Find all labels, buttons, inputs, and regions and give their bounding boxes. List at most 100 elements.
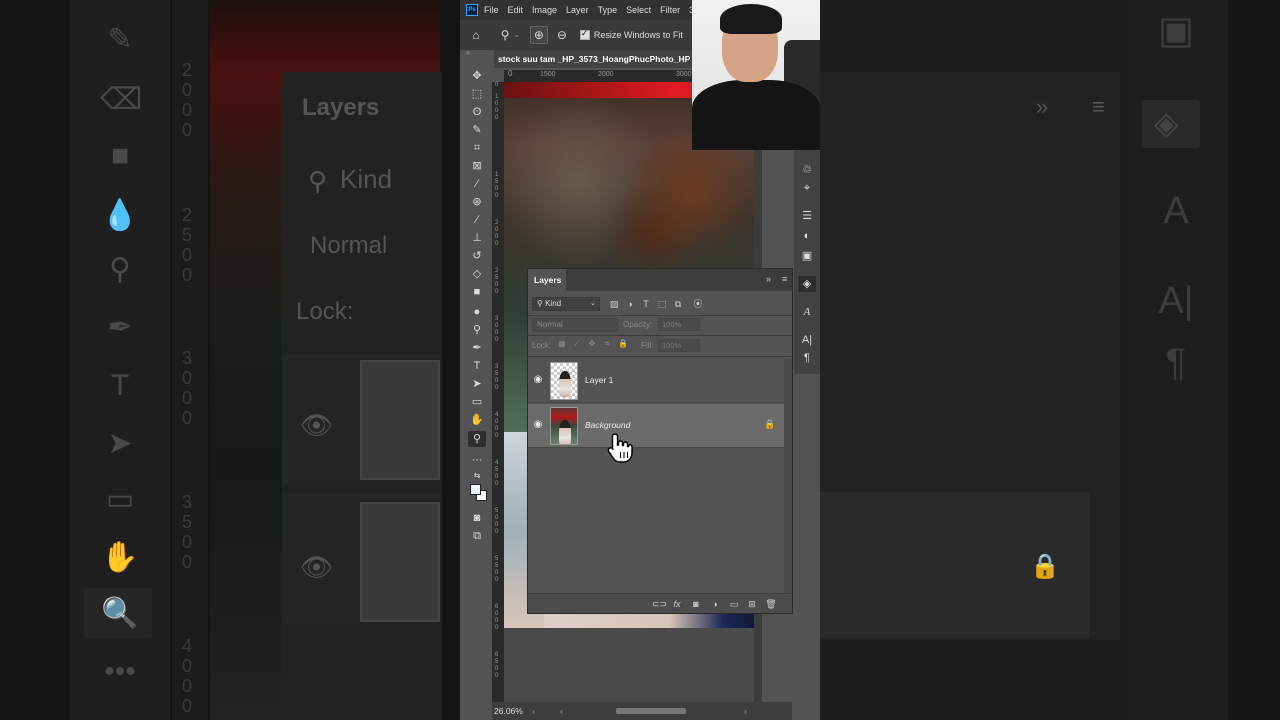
- filter-adjustment-icon[interactable]: ◑: [624, 297, 636, 311]
- lock-transparent-icon[interactable]: ▦: [556, 339, 568, 348]
- character-style-icon[interactable]: A|: [798, 332, 816, 348]
- rectangle-icon[interactable]: ▭: [468, 394, 486, 410]
- filter-type-icon[interactable]: T: [640, 297, 652, 311]
- filter-kind-select[interactable]: ⚲ Kind ⌄: [532, 297, 600, 311]
- default-colors-icon[interactable]: ⇆: [468, 468, 486, 484]
- home-icon[interactable]: ⌂: [466, 25, 486, 45]
- filter-shape-icon[interactable]: ⬚: [656, 297, 668, 311]
- libraries-icon[interactable]: ♲: [798, 162, 816, 178]
- bg-select-icon: ➤: [107, 427, 133, 460]
- bg-layer-row: 🔒: [820, 492, 1090, 638]
- hand-icon[interactable]: ✋: [468, 412, 486, 428]
- layer-name[interactable]: Layer 1: [585, 375, 613, 385]
- menu-layer[interactable]: Layer: [566, 5, 589, 15]
- new-group-icon[interactable]: ▭: [728, 598, 740, 610]
- layer-thumbnail[interactable]: [550, 407, 578, 445]
- ruler-label: 2000: [598, 71, 614, 78]
- more-tools-icon[interactable]: ···: [468, 452, 486, 468]
- ruler-vertical: 0 1000 1500 2000 2500 3000 3500 4000 450…: [492, 82, 504, 702]
- brush-icon[interactable]: ∕: [468, 212, 486, 228]
- add-mask-icon[interactable]: ◙: [690, 598, 702, 610]
- menu-edit[interactable]: Edit: [508, 5, 524, 15]
- zoom-level[interactable]: 26.06%: [494, 702, 523, 720]
- bg-blend-text: Normal: [310, 232, 388, 259]
- frame-icon[interactable]: ⊠: [468, 158, 486, 174]
- history-brush-icon[interactable]: ↺: [468, 248, 486, 264]
- layers-scrollbar[interactable]: [784, 359, 792, 593]
- lock-image-icon[interactable]: ∕: [571, 339, 583, 348]
- bg-ruler: 2000 2500 3000 3500 4000: [172, 0, 208, 720]
- lasso-icon[interactable]: ʘ: [468, 104, 486, 120]
- menu-filter[interactable]: Filter: [660, 5, 680, 15]
- new-adjustment-icon[interactable]: ◑: [709, 598, 721, 610]
- menu-type[interactable]: Type: [598, 5, 618, 15]
- filter-pixel-icon[interactable]: ▨: [608, 297, 620, 311]
- gradient-icon[interactable]: ■: [468, 284, 486, 300]
- lock-position-icon[interactable]: ✥: [586, 339, 598, 348]
- eyedropper-icon[interactable]: ⁄: [468, 176, 486, 192]
- collapse-toolbar-icon[interactable]: »: [466, 50, 470, 57]
- paths-icon[interactable]: ⌖: [798, 180, 816, 196]
- zoom-preset-icon[interactable]: ⚲: [498, 25, 512, 45]
- move-icon[interactable]: ✥: [468, 68, 486, 84]
- foreground-color-swatch[interactable]: [470, 484, 481, 495]
- status-arrow-icon[interactable]: ›: [532, 702, 535, 720]
- zoom-icon[interactable]: ⚲: [468, 431, 486, 447]
- properties-icon[interactable]: ▣: [798, 248, 816, 264]
- dodge-icon[interactable]: ⚲: [468, 322, 486, 338]
- menu-file[interactable]: File: [484, 5, 499, 15]
- opacity-field[interactable]: 100%: [658, 318, 700, 331]
- screen-mode-icon[interactable]: ⧉: [468, 528, 486, 544]
- healing-icon[interactable]: ⊛: [468, 194, 486, 210]
- layer-name[interactable]: Background: [585, 420, 630, 430]
- layer-style-icon[interactable]: fx: [671, 598, 683, 610]
- eraser-icon[interactable]: ◇: [468, 266, 486, 282]
- zoom-out-icon[interactable]: ⊖: [552, 25, 572, 45]
- canvas-horizontal-scrollbar[interactable]: [616, 708, 686, 714]
- delete-layer-icon[interactable]: 🗑: [765, 598, 777, 610]
- background-right-blur: » ≡ 🔒 ▣ A A| ¶ ◈: [820, 0, 1280, 720]
- ruler-corner: 0: [508, 69, 513, 78]
- marquee-icon[interactable]: ⬚: [468, 86, 486, 102]
- stamp-icon[interactable]: ⊥: [468, 230, 486, 246]
- layer-row-layer-1[interactable]: ◉ Layer 1: [528, 359, 784, 403]
- layers-tab[interactable]: Layers: [528, 269, 566, 291]
- lock-artboard-icon[interactable]: ⌗: [601, 339, 613, 349]
- visibility-eye-icon[interactable]: ◉: [532, 374, 544, 386]
- menu-select[interactable]: Select: [626, 5, 651, 15]
- path-select-icon[interactable]: ➤: [468, 376, 486, 392]
- layer-row-background[interactable]: ◉ Background 🔒: [528, 404, 784, 448]
- quick-select-icon[interactable]: ✎: [468, 122, 486, 138]
- panel-menu-icon[interactable]: ≡: [782, 274, 787, 284]
- chevron-down-icon[interactable]: ⌄: [514, 31, 520, 39]
- scroll-right-icon[interactable]: ›: [744, 702, 747, 720]
- paragraph-icon[interactable]: ¶: [798, 350, 816, 366]
- blur-icon[interactable]: ●: [468, 304, 486, 320]
- filter-toggle-icon[interactable]: ⦿: [692, 297, 704, 311]
- zoom-in-icon[interactable]: ⊕: [529, 26, 548, 44]
- layers-icon[interactable]: ◈: [798, 276, 816, 292]
- character-icon[interactable]: A: [798, 304, 816, 320]
- layer-thumbnail[interactable]: [550, 362, 578, 400]
- link-layers-icon[interactable]: ⊂⊃: [652, 598, 667, 610]
- new-layer-icon[interactable]: ⊞: [746, 598, 758, 610]
- styles-icon[interactable]: ◐: [798, 228, 816, 244]
- visibility-eye-icon[interactable]: ◉: [532, 419, 544, 431]
- quick-mask-icon[interactable]: ◙: [468, 510, 486, 526]
- pen-icon[interactable]: ✒: [468, 340, 486, 356]
- bg-ruler-label: 4000: [182, 636, 193, 716]
- ruler-label: 6000: [495, 604, 499, 631]
- type-icon[interactable]: T: [468, 358, 486, 374]
- fill-field[interactable]: 100%: [658, 339, 700, 352]
- adjustments-icon[interactable]: ☰: [798, 208, 816, 224]
- lock-all-icon[interactable]: 🔒: [617, 339, 629, 348]
- resize-windows-checkbox[interactable]: [579, 28, 590, 40]
- crop-icon[interactable]: ⌗: [468, 140, 486, 156]
- menu-image[interactable]: Image: [532, 5, 557, 15]
- blend-mode-select[interactable]: Normal: [532, 318, 618, 332]
- collapse-panel-icon[interactable]: »: [766, 274, 771, 284]
- filter-smart-object-icon[interactable]: ⧉: [672, 297, 684, 311]
- scroll-left-icon[interactable]: ‹: [560, 702, 563, 720]
- bg-eraser-icon: ⌫: [100, 83, 143, 116]
- layer-lock-icon[interactable]: 🔒: [764, 419, 775, 430]
